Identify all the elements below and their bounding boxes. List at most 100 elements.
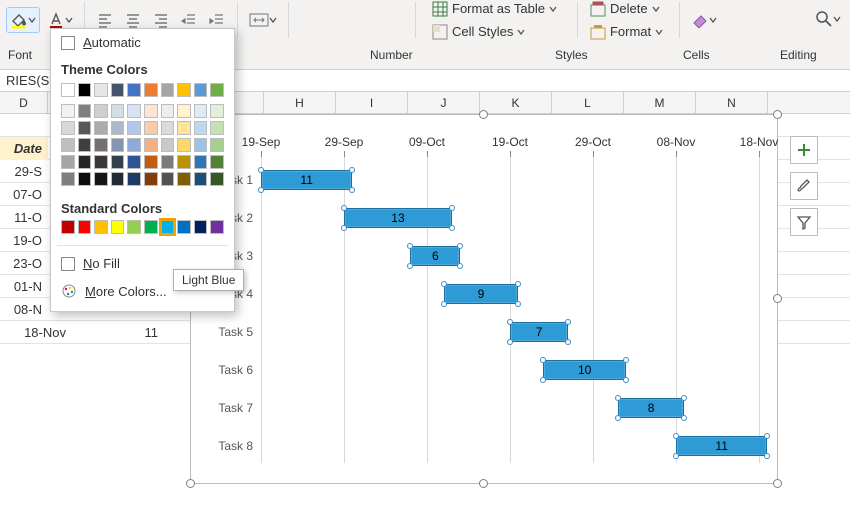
col-header[interactable]: D [0,92,48,113]
color-swatch[interactable] [161,220,175,234]
color-swatch[interactable] [94,138,108,152]
color-swatch[interactable] [127,104,141,118]
chart-filter-button[interactable] [790,208,818,236]
color-swatch[interactable] [194,220,208,234]
color-swatch[interactable] [61,220,75,234]
color-swatch[interactable] [94,155,108,169]
color-swatch[interactable] [94,172,108,186]
color-swatch[interactable] [144,104,158,118]
color-swatch[interactable] [194,155,208,169]
color-swatch[interactable] [210,121,224,135]
color-swatch[interactable] [94,83,108,97]
color-swatch[interactable] [161,155,175,169]
color-swatch[interactable] [78,220,92,234]
color-swatch[interactable] [161,172,175,186]
color-swatch[interactable] [127,121,141,135]
color-swatch[interactable] [177,83,191,97]
clear-button[interactable] [688,7,720,33]
color-swatch[interactable] [161,104,175,118]
color-swatch[interactable] [194,138,208,152]
color-swatch[interactable] [111,104,125,118]
cell-styles-button[interactable]: Cell Styles [428,21,561,43]
color-swatch[interactable] [210,220,224,234]
chart-bar[interactable]: 9 [444,284,519,304]
chart-bar[interactable]: 7 [510,322,568,342]
color-swatch[interactable] [210,83,224,97]
color-swatch[interactable] [78,138,92,152]
automatic-color-item[interactable]: Automatic [51,29,234,56]
color-swatch[interactable] [111,172,125,186]
color-swatch[interactable] [161,138,175,152]
color-swatch[interactable] [61,138,75,152]
color-swatch[interactable] [127,172,141,186]
color-swatch[interactable] [177,138,191,152]
color-swatch[interactable] [94,220,108,234]
color-swatch[interactable] [78,155,92,169]
color-swatch[interactable] [61,121,75,135]
color-swatch[interactable] [127,138,141,152]
delete-cells-button[interactable]: Delete [586,0,667,20]
color-swatch[interactable] [144,172,158,186]
color-swatch[interactable] [194,83,208,97]
color-swatch[interactable] [78,83,92,97]
color-swatch[interactable] [194,121,208,135]
chart-elements-button[interactable] [790,136,818,164]
color-swatch[interactable] [194,172,208,186]
fill-color-button[interactable] [6,7,40,33]
color-swatch[interactable] [210,155,224,169]
color-swatch[interactable] [127,155,141,169]
color-swatch[interactable] [161,121,175,135]
color-swatch[interactable] [144,155,158,169]
col-header[interactable]: I [336,92,408,113]
chart-bar[interactable]: 13 [344,208,452,228]
color-swatch[interactable] [161,83,175,97]
color-swatch[interactable] [111,121,125,135]
col-header[interactable]: L [552,92,624,113]
embedded-chart[interactable]: 19-Sep29-Sep09-Oct19-Oct29-Oct08-Nov18-N… [190,114,778,484]
color-swatch[interactable] [144,121,158,135]
chart-bar[interactable]: 10 [543,360,626,380]
color-swatch[interactable] [78,121,92,135]
color-swatch[interactable] [177,121,191,135]
col-header[interactable]: K [480,92,552,113]
color-swatch[interactable] [78,104,92,118]
color-swatch[interactable] [210,104,224,118]
format-as-table-button[interactable]: Format as Table [428,0,561,20]
color-swatch[interactable] [210,138,224,152]
color-swatch[interactable] [61,83,75,97]
format-cells-button[interactable]: Format [586,21,667,43]
color-swatch[interactable] [177,155,191,169]
color-swatch[interactable] [177,104,191,118]
merge-cells-button[interactable] [246,7,280,33]
color-swatch[interactable] [94,104,108,118]
color-swatch[interactable] [61,104,75,118]
color-swatch[interactable] [177,172,191,186]
chart-styles-button[interactable] [790,172,818,200]
color-swatch[interactable] [210,172,224,186]
col-header[interactable]: N [696,92,768,113]
col-header[interactable]: J [408,92,480,113]
color-swatch[interactable] [111,155,125,169]
chart-bar[interactable]: 11 [676,436,767,456]
color-swatch[interactable] [194,104,208,118]
color-swatch[interactable] [144,138,158,152]
color-swatch[interactable] [61,172,75,186]
color-swatch[interactable] [78,172,92,186]
color-swatch[interactable] [127,83,141,97]
color-swatch[interactable] [111,220,125,234]
col-header[interactable]: M [624,92,696,113]
chart-bar[interactable]: 11 [261,170,352,190]
color-swatch[interactable] [144,83,158,97]
find-select-button[interactable] [812,6,844,32]
color-swatch[interactable] [177,220,191,234]
color-swatch[interactable] [61,155,75,169]
chart-bar[interactable]: 6 [410,246,460,266]
chart-bar[interactable]: 8 [618,398,684,418]
col-header[interactable]: H [264,92,336,113]
color-swatch[interactable] [127,220,141,234]
chart-plot-area[interactable]: 19-Sep29-Sep09-Oct19-Oct29-Oct08-Nov18-N… [261,135,757,463]
color-swatch[interactable] [94,121,108,135]
color-swatch[interactable] [144,220,158,234]
color-swatch[interactable] [111,83,125,97]
color-swatch[interactable] [111,138,125,152]
